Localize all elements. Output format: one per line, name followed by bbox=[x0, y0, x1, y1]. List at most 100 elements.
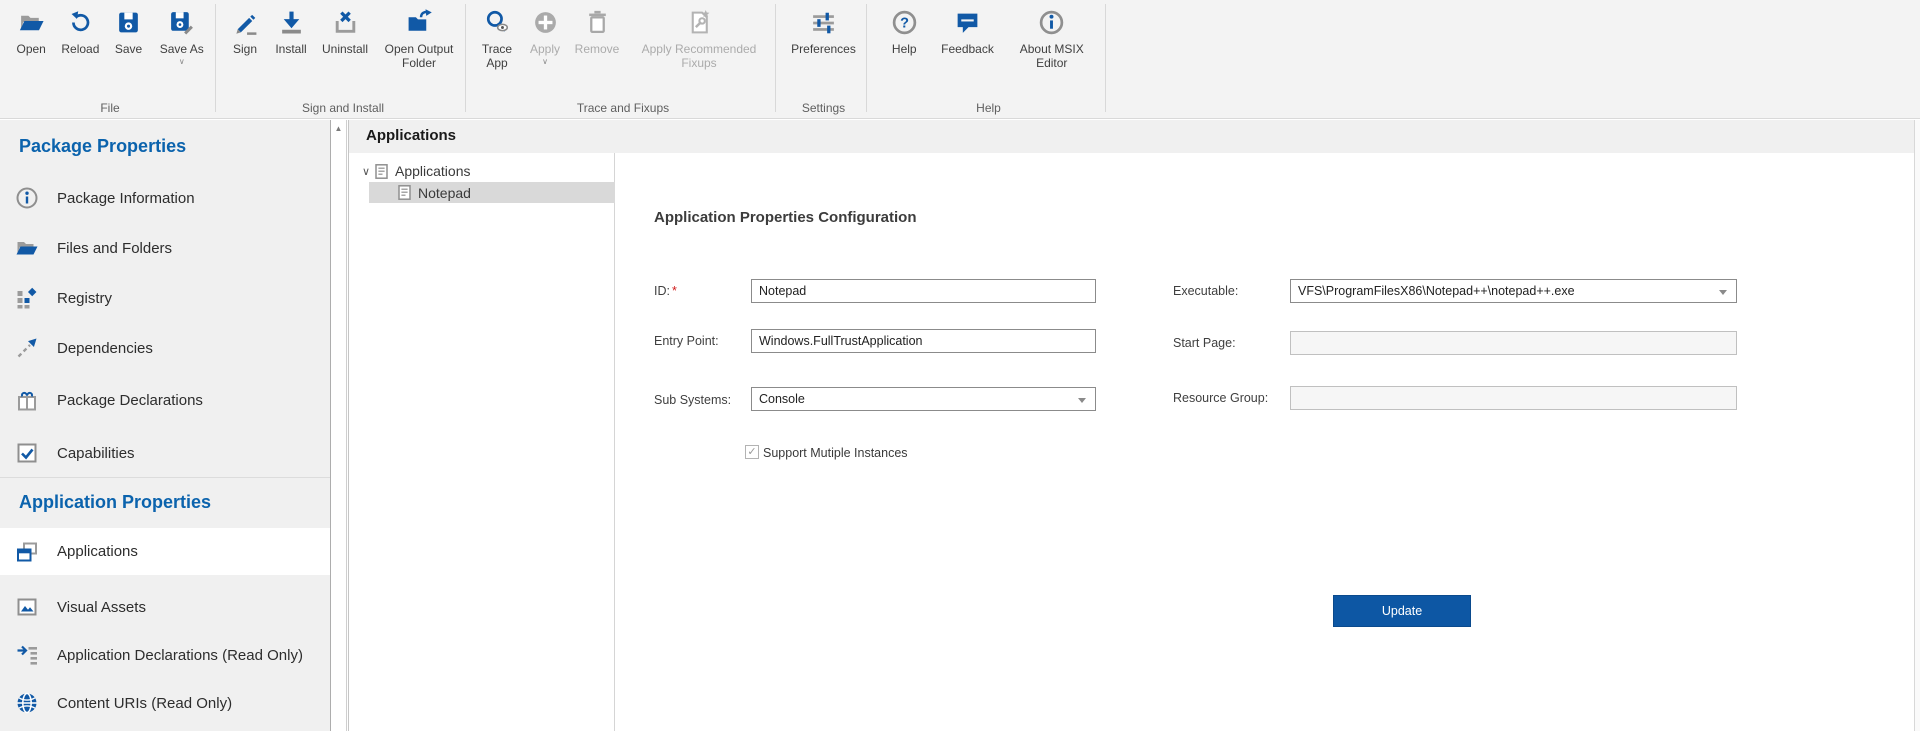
id-input[interactable] bbox=[751, 279, 1096, 303]
combo-dropdown-arrow-icon[interactable] bbox=[1719, 290, 1727, 295]
start-page-field-label: Start Page: bbox=[1173, 336, 1236, 350]
open-output-folder-button[interactable]: Open Output Folder bbox=[376, 0, 462, 70]
remove-button[interactable]: Remove bbox=[570, 0, 624, 56]
registry-icon bbox=[15, 286, 39, 310]
uninstall-button-label: Uninstall bbox=[322, 42, 368, 56]
open-button[interactable]: Open bbox=[9, 0, 53, 56]
sidebar-item-package-information[interactable]: Package Information bbox=[0, 176, 330, 220]
preferences-sliders-icon bbox=[809, 7, 839, 37]
start-page-input bbox=[1290, 331, 1737, 355]
applications-tree-panel: ∨ Applications Notepad bbox=[349, 153, 615, 731]
executable-combobox-value: VFS\ProgramFilesX86\Notepad++\notepad++.… bbox=[1298, 284, 1575, 298]
sidebar-item-visual-assets[interactable]: Visual Assets bbox=[0, 585, 330, 629]
picture-icon bbox=[15, 595, 39, 619]
sidebar-scrollbar[interactable]: ▲ bbox=[330, 120, 347, 731]
sidebar-heading-package-properties: Package Properties bbox=[19, 136, 186, 157]
scrollbar-up-arrow-icon[interactable]: ▲ bbox=[331, 120, 346, 138]
open-folder-icon bbox=[16, 7, 46, 37]
sidebar-item-label: Files and Folders bbox=[57, 240, 172, 257]
support-multiple-instances-checkbox[interactable]: ✓ bbox=[745, 445, 759, 459]
install-button-label: Install bbox=[275, 42, 306, 56]
trace-app-button-label: Trace App bbox=[474, 42, 520, 70]
sidebar-item-content-uris[interactable]: Content URIs (Read Only) bbox=[0, 681, 330, 725]
entry-point-input[interactable] bbox=[751, 329, 1096, 353]
ribbon-group-help: ? Help Feedback About MSIX Editor Help bbox=[872, 0, 1105, 118]
page-title: Applications bbox=[366, 127, 456, 144]
globe-icon bbox=[15, 691, 39, 715]
sign-pen-icon bbox=[230, 7, 260, 37]
sidebar-item-dependencies[interactable]: Dependencies bbox=[0, 326, 330, 370]
sidebar-item-label: Capabilities bbox=[57, 445, 135, 462]
ribbon-group-sign-install: Sign Install Uninstall Open Output Folde… bbox=[222, 0, 464, 118]
tree-node-label: Notepad bbox=[418, 185, 471, 201]
form-heading: Application Properties Configuration bbox=[654, 209, 917, 226]
save-icon bbox=[114, 7, 144, 37]
document-icon bbox=[398, 185, 411, 200]
ribbon-separator bbox=[866, 4, 867, 112]
sidebar-heading-application-properties: Application Properties bbox=[19, 492, 211, 513]
sidebar-item-label: Visual Assets bbox=[57, 599, 146, 616]
windows-icon bbox=[15, 540, 39, 564]
preferences-button[interactable]: Preferences bbox=[787, 0, 861, 56]
apply-chevron-icon[interactable]: ∨ bbox=[542, 58, 548, 66]
reload-button[interactable]: Reload bbox=[56, 0, 104, 56]
ribbon-separator bbox=[1105, 4, 1106, 112]
feedback-button[interactable]: Feedback bbox=[937, 0, 999, 56]
save-as-icon bbox=[167, 7, 197, 37]
uninstall-button[interactable]: Uninstall bbox=[316, 0, 374, 56]
executable-combobox[interactable]: VFS\ProgramFilesX86\Notepad++\notepad++.… bbox=[1290, 279, 1737, 303]
apply-plus-icon bbox=[530, 7, 560, 37]
help-question-icon: ? bbox=[889, 7, 919, 37]
sidebar-navigation: Package Properties Package Information F… bbox=[0, 120, 330, 731]
about-msix-editor-button-label: About MSIX Editor bbox=[1010, 42, 1094, 70]
reload-icon bbox=[65, 7, 95, 37]
tree-node-applications[interactable]: ∨ Applications bbox=[357, 160, 471, 182]
sidebar-item-label: Dependencies bbox=[57, 340, 153, 357]
sidebar-item-application-declarations[interactable]: Application Declarations (Read Only) bbox=[0, 633, 330, 677]
sidebar-item-capabilities[interactable]: Capabilities bbox=[0, 431, 330, 475]
remove-button-label: Remove bbox=[575, 42, 620, 56]
save-button[interactable]: Save bbox=[108, 0, 150, 56]
sub-systems-field-label: Sub Systems: bbox=[654, 393, 731, 407]
trace-app-button[interactable]: Trace App bbox=[474, 0, 520, 70]
sidebar-item-files-and-folders[interactable]: Files and Folders bbox=[0, 226, 330, 270]
help-button[interactable]: ? Help bbox=[883, 0, 925, 56]
info-icon bbox=[15, 186, 39, 210]
combo-dropdown-arrow-icon[interactable] bbox=[1078, 398, 1086, 403]
ribbon-toolbar: Open Reload Save Save As ∨ bbox=[0, 0, 1920, 119]
save-as-button[interactable]: Save As ∨ bbox=[153, 0, 211, 66]
executable-field-label: Executable: bbox=[1173, 284, 1238, 298]
open-output-folder-button-label: Open Output Folder bbox=[376, 42, 462, 70]
open-output-folder-icon bbox=[404, 7, 434, 37]
main-scrollbar[interactable] bbox=[1914, 120, 1920, 731]
svg-text:?: ? bbox=[900, 15, 909, 31]
sidebar-item-applications[interactable]: Applications bbox=[0, 528, 330, 575]
chevron-down-icon[interactable]: ∨ bbox=[357, 165, 375, 178]
help-button-label: Help bbox=[892, 42, 917, 56]
sidebar-item-label: Applications bbox=[57, 543, 138, 560]
apply-button[interactable]: Apply ∨ bbox=[522, 0, 568, 66]
save-as-chevron-icon[interactable]: ∨ bbox=[179, 58, 185, 66]
apply-button-label: Apply bbox=[530, 42, 560, 56]
about-msix-editor-button[interactable]: About MSIX Editor bbox=[1010, 0, 1094, 70]
sidebar-item-registry[interactable]: Registry bbox=[0, 276, 330, 320]
feedback-bubble-icon bbox=[953, 7, 983, 37]
sidebar-item-package-declarations[interactable]: Package Declarations bbox=[0, 378, 330, 422]
tree-node-notepad[interactable]: Notepad bbox=[369, 182, 615, 203]
main-header: Applications bbox=[349, 120, 1916, 153]
apply-recommended-fixups-button[interactable]: Apply Recommended Fixups bbox=[626, 0, 772, 70]
open-button-label: Open bbox=[17, 42, 46, 56]
sub-systems-combobox[interactable]: Console bbox=[751, 387, 1096, 411]
sign-button[interactable]: Sign bbox=[224, 0, 266, 56]
ribbon-caption-trace-fixups: Trace and Fixups bbox=[472, 101, 774, 115]
ribbon-group-file: Open Reload Save Save As ∨ bbox=[6, 0, 214, 118]
ribbon-group-settings: Preferences Settings bbox=[782, 0, 865, 118]
update-button[interactable]: Update bbox=[1333, 595, 1471, 627]
ribbon-separator bbox=[465, 4, 466, 112]
tree-node-label: Applications bbox=[395, 163, 471, 179]
sub-systems-combobox-value: Console bbox=[759, 392, 805, 406]
sidebar-item-label: Application Declarations (Read Only) bbox=[57, 647, 303, 664]
id-field-label: ID:* bbox=[654, 284, 677, 298]
entry-point-field-label: Entry Point: bbox=[654, 334, 719, 348]
install-button[interactable]: Install bbox=[268, 0, 314, 56]
